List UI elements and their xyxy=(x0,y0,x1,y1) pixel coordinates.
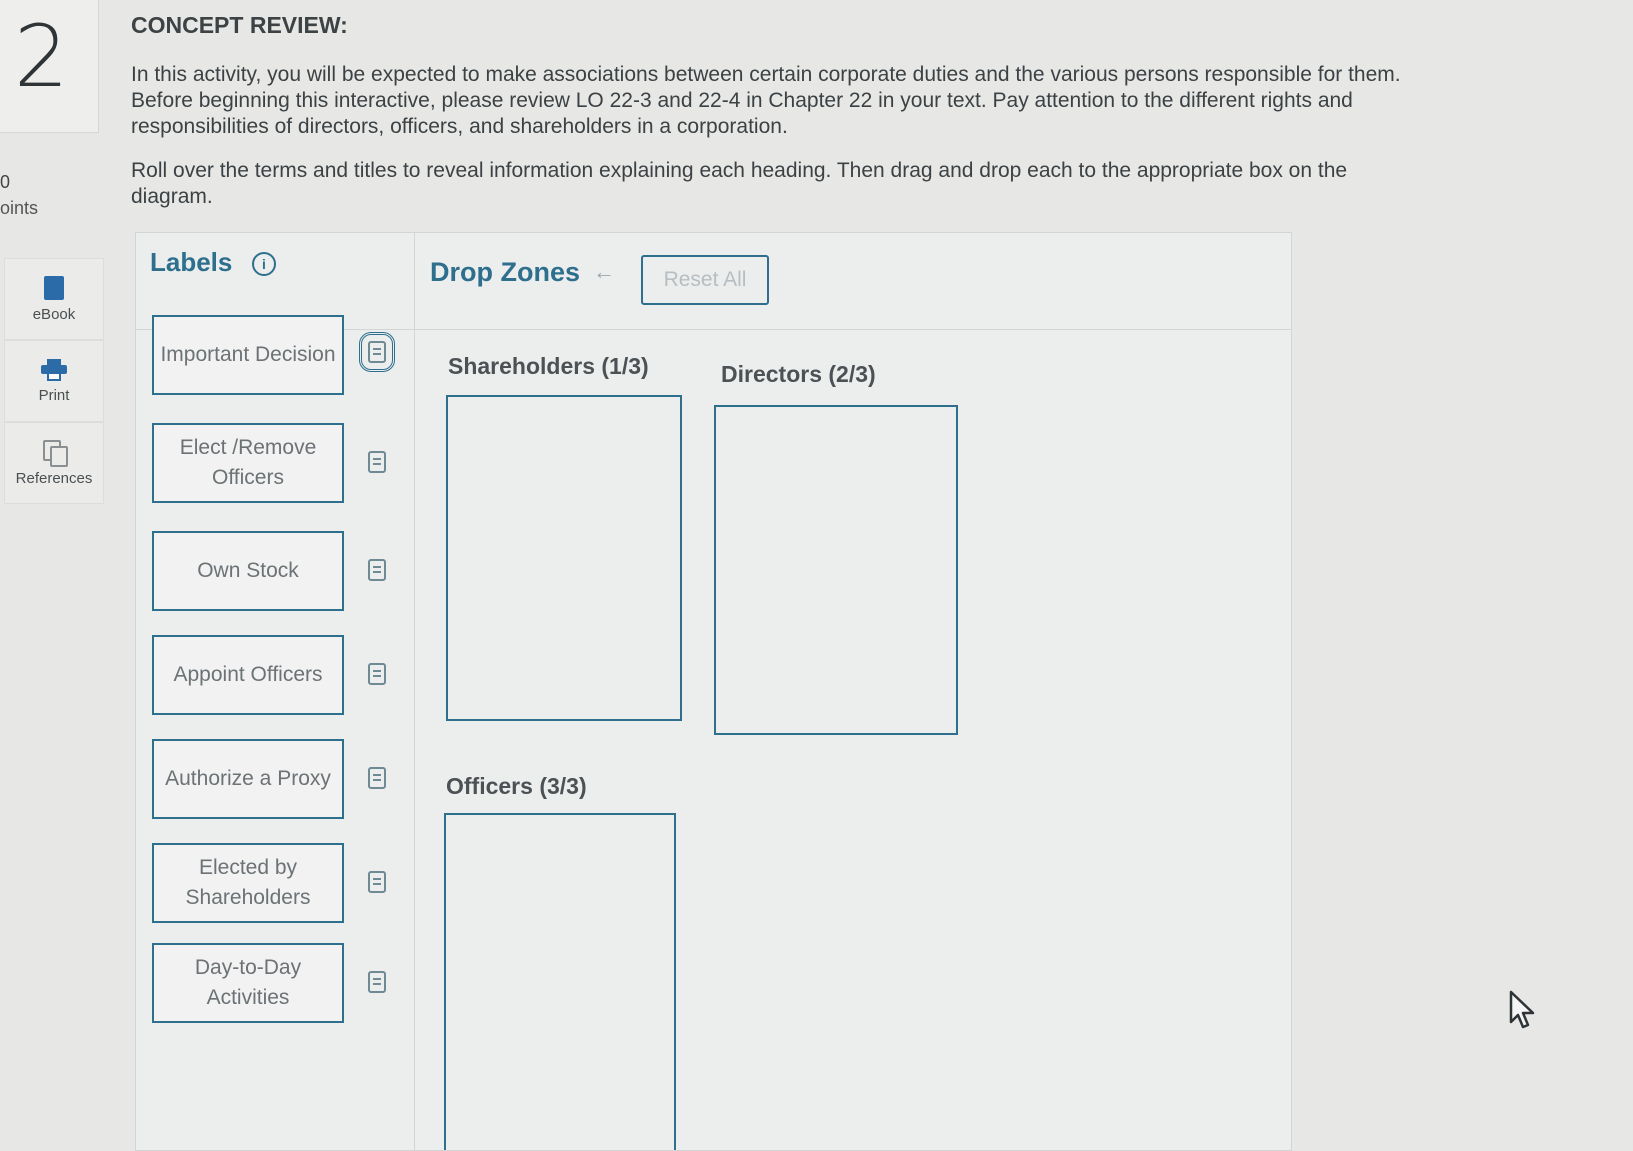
print-button[interactable]: Print xyxy=(4,340,104,422)
label-card-elect-remove-officers[interactable]: Elect /Remove Officers xyxy=(152,423,344,503)
zone-title-directors: Directors (2/3) xyxy=(721,361,876,387)
label-card-own-stock[interactable]: Own Stock xyxy=(152,531,344,611)
zone-title-shareholders: Shareholders (1/3) xyxy=(448,353,649,379)
label-info-icon[interactable] xyxy=(359,332,395,372)
concept-review-title: CONCEPT REVIEW: xyxy=(131,12,348,38)
book-icon xyxy=(44,275,64,300)
mouse-cursor-icon xyxy=(1509,990,1535,1029)
ebook-button[interactable]: eBook xyxy=(4,258,104,340)
label-info-icon[interactable] xyxy=(368,663,386,685)
label-card-important-decision[interactable]: Important Decision xyxy=(152,315,344,395)
question-number: 2 xyxy=(14,7,69,107)
print-icon xyxy=(41,358,67,381)
points-label: oints xyxy=(0,198,39,218)
question-number-box: 2 xyxy=(0,0,99,133)
label-info-icon[interactable] xyxy=(368,767,386,789)
label-info-icon[interactable] xyxy=(368,871,386,893)
zone-title-officers: Officers (3/3) xyxy=(446,773,587,799)
label-card-elected-by-shareholders[interactable]: Elected by Shareholders xyxy=(152,843,344,923)
ebook-label: eBook xyxy=(32,305,76,323)
reset-all-button[interactable]: Reset All xyxy=(641,255,769,305)
drag-drop-panel: Labels i Drop Zones ← Reset All Importan… xyxy=(135,232,1292,1151)
references-button[interactable]: References xyxy=(4,422,104,504)
label-info-icon[interactable] xyxy=(368,559,386,581)
label-info-icon[interactable] xyxy=(368,451,386,473)
print-label: Print xyxy=(38,386,70,404)
drop-zone-directors[interactable] xyxy=(714,405,958,735)
drop-zone-officers[interactable] xyxy=(444,813,676,1150)
instructions-paragraph-1: In this activity, you will be expected t… xyxy=(131,63,1401,138)
drop-zones-title: Drop Zones xyxy=(430,257,581,287)
references-label: References xyxy=(15,469,93,487)
label-card-day-to-day-activities[interactable]: Day-to-Day Activities xyxy=(152,943,344,1023)
label-card-authorize-proxy[interactable]: Authorize a Proxy xyxy=(152,739,344,819)
label-info-icon[interactable] xyxy=(368,971,386,993)
info-icon[interactable]: i xyxy=(252,252,276,276)
instructions-paragraph-2: Roll over the terms and titles to reveal… xyxy=(131,159,1348,208)
points-value: 0 xyxy=(0,172,11,192)
back-arrow-icon: ← xyxy=(593,259,615,284)
label-card-appoint-officers[interactable]: Appoint Officers xyxy=(152,635,344,715)
references-icon xyxy=(43,439,68,467)
drop-zone-shareholders[interactable] xyxy=(446,395,682,721)
labels-title: Labels xyxy=(150,247,233,277)
